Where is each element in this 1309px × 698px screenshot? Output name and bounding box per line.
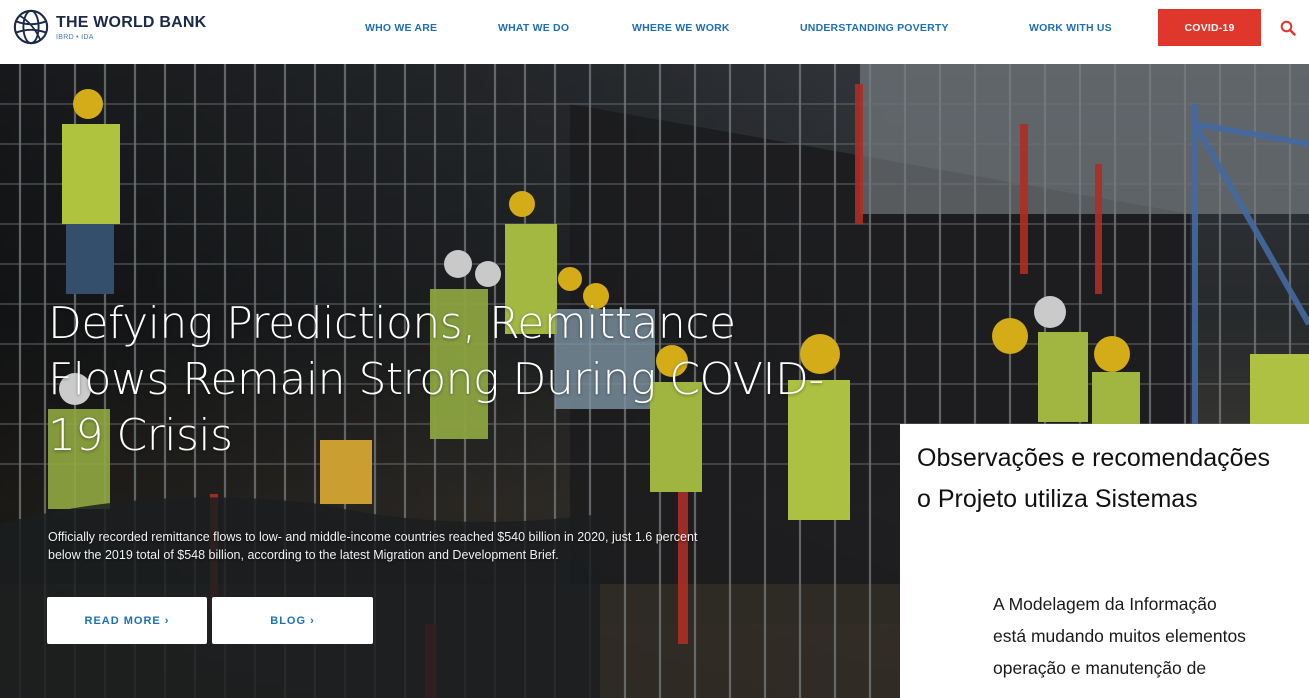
document-body-line-3: operação e manutenção de — [993, 658, 1207, 678]
document-body: A Modelagem da Informação está mudando m… — [993, 588, 1309, 684]
nav-who-we-are[interactable]: WHO WE ARE — [365, 22, 437, 34]
nav-what-we-do[interactable]: WHAT WE DO — [498, 22, 569, 34]
nav-work-with-us[interactable]: WORK WITH US — [1029, 22, 1112, 34]
document-title: Observações e recomendações o Projeto ut… — [917, 438, 1309, 520]
hero-description-line-1: Officially recorded remittance flows to … — [48, 530, 698, 544]
document-body-line-1: A Modelagem da Informação — [993, 594, 1217, 614]
world-bank-logo[interactable]: THE WORLD BANK IBRD • IDA — [12, 8, 206, 46]
overlapping-document-page: Observações e recomendações o Projeto ut… — [900, 424, 1309, 698]
document-title-line-1: Observações e recomendações — [917, 444, 1270, 472]
blog-button[interactable]: BLOG › — [212, 597, 373, 644]
logo-subtitle: IBRD • IDA — [56, 33, 94, 41]
document-body-line-2: está mudando muitos elementos — [993, 626, 1246, 646]
logo-name: THE WORLD BANK — [56, 13, 207, 31]
hero-title-line-2: Flows Remain Strong During COVID- — [48, 354, 824, 405]
site-header: THE WORLD BANK IBRD • IDA WHO WE ARE WHA… — [0, 0, 1309, 64]
search-icon[interactable] — [1280, 20, 1296, 36]
read-more-button[interactable]: READ MORE › — [47, 597, 207, 644]
nav-understanding-poverty[interactable]: UNDERSTANDING POVERTY — [800, 22, 949, 34]
document-title-line-2: o Projeto utiliza Sistemas — [917, 485, 1198, 513]
hero-description: Officially recorded remittance flows to … — [48, 528, 928, 564]
hero-title-line-1: Defying Predictions, Remittance — [48, 298, 736, 349]
hero-description-line-2: below the 2019 total of $548 billion, ac… — [48, 548, 559, 562]
globe-icon — [13, 9, 49, 45]
nav-where-we-work[interactable]: WHERE WE WORK — [632, 22, 730, 34]
covid-19-button[interactable]: COVID-19 — [1158, 9, 1261, 46]
